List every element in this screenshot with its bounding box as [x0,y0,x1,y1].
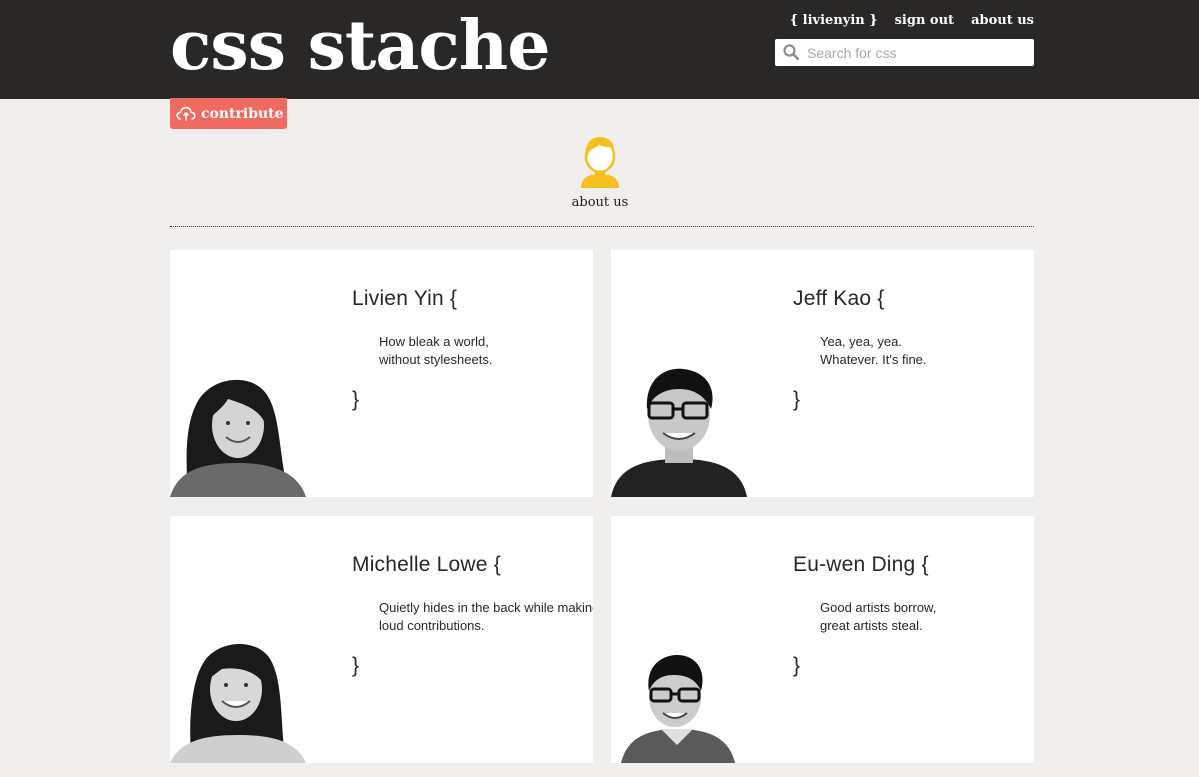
member-name: Livien Yin { [352,287,458,310]
about-hero: about us [560,134,640,210]
closing-brace: } [352,654,360,677]
quote-line: How bleak a world, [379,334,489,349]
quote-line: great artists steal. [820,618,923,633]
person-icon [581,137,619,188]
closing-brace: } [793,388,801,411]
site-header: css stache { livienyin } sign out about … [0,0,1199,99]
closing-brace: } [793,654,801,677]
quote-line: Whatever. It's fine. [820,352,927,367]
member-quote: Quietly hides in the back while making l… [379,599,593,635]
user-profile-link[interactable]: { livienyin } [790,13,878,28]
quote-line: loud contributions. [379,618,485,633]
member-name: Michelle Lowe { [352,553,501,576]
member-photo [170,629,306,763]
cloud-upload-icon [176,106,196,120]
site-logo[interactable]: css stache [170,4,551,88]
quote-line: Good artists borrow, [820,600,937,615]
member-name: Jeff Kao { [793,287,885,310]
quote-line: Quietly hides in the back while making [379,600,593,615]
contribute-label: contribute [201,105,284,122]
member-card: Jeff Kao { Yea, yea, yea. Whatever. It's… [611,250,1034,497]
section-divider [170,226,1034,227]
member-quote: Yea, yea, yea. Whatever. It's fine. [820,333,1034,369]
about-us-link[interactable]: about us [971,13,1034,28]
quote-line: without stylesheets. [379,352,493,367]
member-photo [170,363,306,497]
contribute-button[interactable]: contribute [170,98,287,129]
hero-label: about us [571,195,629,210]
member-card: Michelle Lowe { Quietly hides in the bac… [170,516,593,763]
search-icon [783,44,799,60]
quote-line: Yea, yea, yea. [820,334,902,349]
sign-out-link[interactable]: sign out [895,13,954,28]
member-name: Eu-wen Ding { [793,553,929,576]
member-photo [611,363,747,497]
member-quote: Good artists borrow, great artists steal… [820,599,1034,635]
member-card: Eu-wen Ding { Good artists borrow, great… [611,516,1034,763]
member-card: Livien Yin { How bleak a world, without … [170,250,593,497]
member-photo [611,629,747,763]
member-quote: How bleak a world, without stylesheets. [379,333,593,369]
search-box [775,39,1034,66]
search-input[interactable] [807,39,1029,66]
top-nav: { livienyin } sign out about us [790,13,1034,28]
closing-brace: } [352,388,360,411]
